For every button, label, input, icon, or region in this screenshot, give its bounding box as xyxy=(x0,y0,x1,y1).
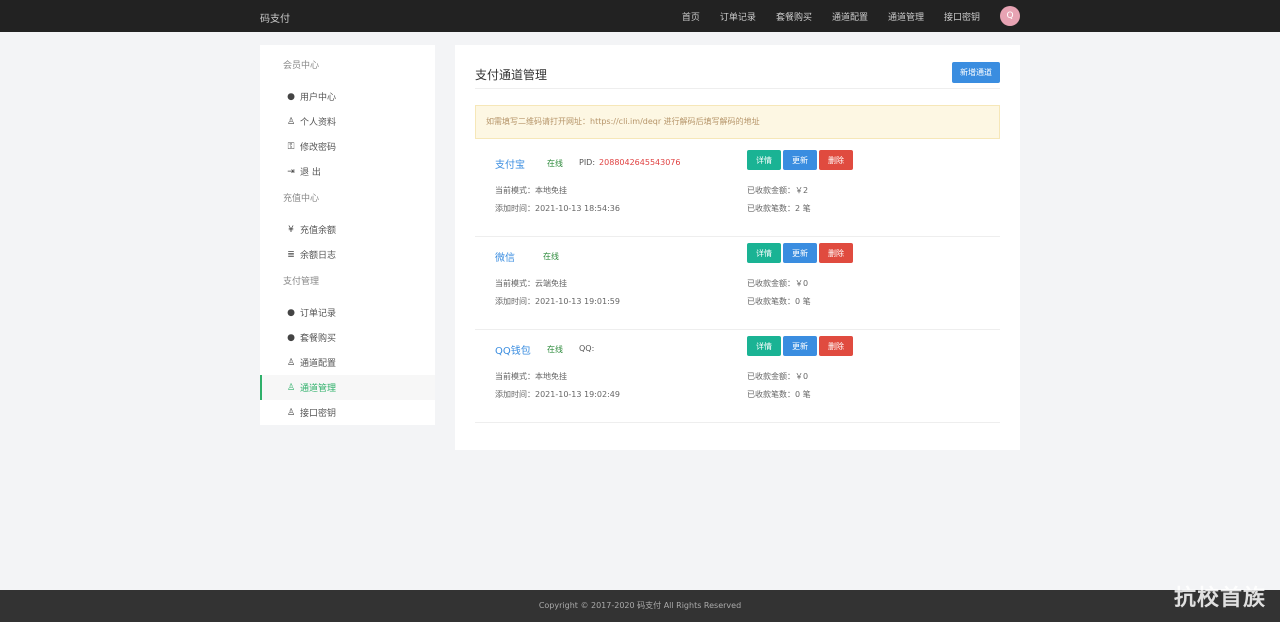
user-icon: ♙ xyxy=(286,382,296,393)
sidebar-item-label: 用户中心 xyxy=(300,93,337,103)
sidebar: 会员中心 ● 用户中心 ♙ 个人资料 ⚿ 修改密码 ⇥ 退 出 充值中心 ¥ 充值余额 ≣… xyxy=(260,45,435,425)
status-badge: 在线 xyxy=(543,252,559,261)
sidebar-group-member: 会员中心 ● 用户中心 ♙ 个人资料 ⚿ 修改密码 ⇥ 退 出 xyxy=(260,59,435,184)
user-icon: ♙ xyxy=(286,357,296,368)
details-button[interactable]: 详情 xyxy=(747,336,781,356)
nav-channel-config[interactable]: 通道配置 xyxy=(832,10,868,23)
sidebar-group-title: 会员中心 xyxy=(283,61,320,71)
sidebar-item-label: 通道配置 xyxy=(300,359,337,369)
channel-row-qq: QQ钱包 在线 QQ: 详情 更新 删除 当前模式：本地免挂 添加时间：2021… xyxy=(475,330,1000,423)
delete-button[interactable]: 删除 xyxy=(819,150,853,170)
channel-name: 支付宝 xyxy=(495,160,525,171)
sidebar-item-label: 修改密码 xyxy=(300,143,337,153)
sidebar-item-label: 接口密钥 xyxy=(300,409,337,419)
nav-packages[interactable]: 套餐购买 xyxy=(776,10,812,23)
sidebar-group-title: 充值中心 xyxy=(283,194,320,204)
sidebar-group-payment: 支付管理 ● 订单记录 ● 套餐购买 ♙ 通道配置 ♙ 通道管理 ♙ 接口密钥 xyxy=(260,275,435,425)
key-icon: ⚿ xyxy=(287,141,295,152)
sidebar-item-orders[interactable]: ● 订单记录 xyxy=(260,300,435,325)
channel-count: 已收款笔数：0 笔 xyxy=(747,390,811,399)
sidebar-item-label: 充值余额 xyxy=(300,226,337,236)
channel-row-wechat: 微信 在线 详情 更新 删除 当前模式：云端免挂 添加时间：2021-10-13… xyxy=(475,237,1000,330)
nav-channel-manage[interactable]: 通道管理 xyxy=(888,10,924,23)
sidebar-item-label: 订单记录 xyxy=(300,309,337,319)
list-icon: ≣ xyxy=(287,249,295,260)
nav-api-key[interactable]: 接口密钥 xyxy=(944,10,980,23)
nav-home[interactable]: 首页 xyxy=(682,10,700,23)
sidebar-item-recharge[interactable]: ¥ 充值余额 xyxy=(260,217,435,242)
channel-row-alipay: 支付宝 在线 PID: 2088042645543076 详情 更新 删除 当前模… xyxy=(475,144,1000,237)
footer: Copyright © 2017-2020 码支付 All Rights Res… xyxy=(0,590,1280,622)
channel-name: QQ钱包 xyxy=(495,346,531,357)
channel-mode: 当前模式：云端免挂 xyxy=(495,279,567,288)
channel-actions: 详情 更新 删除 xyxy=(747,336,853,356)
channel-id-label: QQ: xyxy=(579,344,595,353)
channel-actions: 详情 更新 删除 xyxy=(747,243,853,263)
channel-id-label: PID: xyxy=(579,158,596,167)
divider xyxy=(475,88,1000,89)
sidebar-item-api-key[interactable]: ♙ 接口密钥 xyxy=(260,400,435,425)
channel-mode: 当前模式：本地免挂 xyxy=(495,372,567,381)
sidebar-item-channel-manage[interactable]: ♙ 通道管理 xyxy=(260,375,435,400)
update-button[interactable]: 更新 xyxy=(783,336,817,356)
main-panel: 支付通道管理 新增通道 如需填写二维码请打开网址：https://cli.im/… xyxy=(455,45,1020,450)
channel-id: QQ: xyxy=(579,344,598,353)
user-icon: ♙ xyxy=(286,407,296,418)
user-icon: ♙ xyxy=(286,116,296,127)
channel-added-time: 添加时间：2021-10-13 19:01:59 xyxy=(495,297,620,306)
channel-added-time: 添加时间：2021-10-13 18:54:36 xyxy=(495,204,620,213)
user-circle-icon: ● xyxy=(287,307,295,318)
channel-actions: 详情 更新 删除 xyxy=(747,150,853,170)
sidebar-item-label: 通道管理 xyxy=(300,384,337,394)
yen-icon: ¥ xyxy=(288,224,294,235)
sidebar-item-user-center[interactable]: ● 用户中心 xyxy=(260,84,435,109)
channel-added-time: 添加时间：2021-10-13 19:02:49 xyxy=(495,390,620,399)
status-badge: 在线 xyxy=(547,159,563,168)
page-title: 支付通道管理 xyxy=(475,68,548,82)
top-bar: 码支付 首页 订单记录 套餐购买 通道配置 通道管理 接口密钥 Q xyxy=(0,0,1280,32)
user-circle-icon: ● xyxy=(287,332,295,343)
avatar[interactable]: Q xyxy=(1000,6,1020,26)
sidebar-item-logout[interactable]: ⇥ 退 出 xyxy=(260,159,435,184)
channel-id: PID: 2088042645543076 xyxy=(579,158,680,167)
sign-out-icon: ⇥ xyxy=(287,166,295,177)
sidebar-item-channel-config[interactable]: ♙ 通道配置 xyxy=(260,350,435,375)
sidebar-item-label: 余额日志 xyxy=(300,251,337,261)
notice-banner: 如需填写二维码请打开网址：https://cli.im/deqr 进行解码后填写… xyxy=(475,105,1000,139)
channel-id-value: 2088042645543076 xyxy=(599,158,681,167)
channel-count: 已收款笔数：2 笔 xyxy=(747,204,811,213)
add-channel-button[interactable]: 新增通道 xyxy=(952,62,1000,83)
sidebar-group-title: 支付管理 xyxy=(283,277,320,287)
details-button[interactable]: 详情 xyxy=(747,243,781,263)
sidebar-item-label: 套餐购买 xyxy=(300,334,337,344)
delete-button[interactable]: 删除 xyxy=(819,243,853,263)
channel-amount: 已收款金额：￥0 xyxy=(747,279,809,288)
status-badge: 在线 xyxy=(547,345,563,354)
sidebar-item-change-password[interactable]: ⚿ 修改密码 xyxy=(260,134,435,159)
update-button[interactable]: 更新 xyxy=(783,243,817,263)
nav-orders[interactable]: 订单记录 xyxy=(720,10,756,23)
watermark: 抗校首族 xyxy=(1173,586,1266,611)
user-circle-icon: ● xyxy=(287,91,295,102)
details-button[interactable]: 详情 xyxy=(747,150,781,170)
sidebar-group-recharge: 充值中心 ¥ 充值余额 ≣ 余额日志 xyxy=(260,192,435,267)
delete-button[interactable]: 删除 xyxy=(819,336,853,356)
sidebar-item-label: 退 出 xyxy=(300,168,321,178)
top-nav: 首页 订单记录 套餐购买 通道配置 通道管理 接口密钥 xyxy=(682,10,980,23)
sidebar-item-balance-log[interactable]: ≣ 余额日志 xyxy=(260,242,435,267)
sidebar-item-packages[interactable]: ● 套餐购买 xyxy=(260,325,435,350)
channel-count: 已收款笔数：0 笔 xyxy=(747,297,811,306)
sidebar-item-label: 个人资料 xyxy=(300,118,337,128)
brand-logo[interactable]: 码支付 xyxy=(260,10,290,25)
channel-amount: 已收款金额：￥2 xyxy=(747,186,809,195)
sidebar-item-profile[interactable]: ♙ 个人资料 xyxy=(260,109,435,134)
channel-mode: 当前模式：本地免挂 xyxy=(495,186,567,195)
channel-name: 微信 xyxy=(495,253,515,264)
channel-amount: 已收款金额：￥0 xyxy=(747,372,809,381)
update-button[interactable]: 更新 xyxy=(783,150,817,170)
